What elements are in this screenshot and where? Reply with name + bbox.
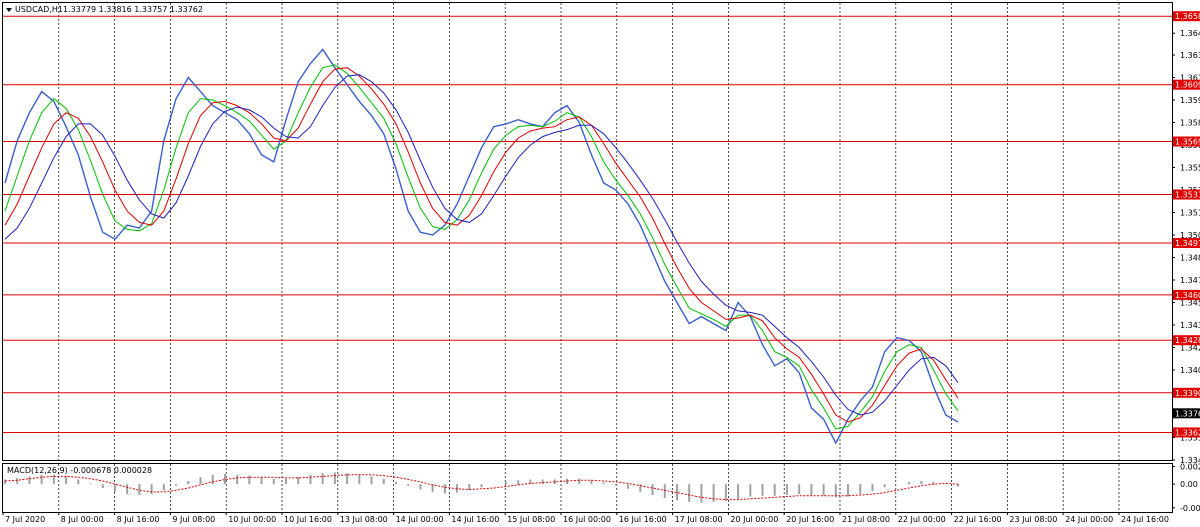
y-tick-label: 1.34710 xyxy=(1180,276,1200,285)
y-tick-label: 1.35190 xyxy=(1180,209,1200,218)
y-tick-label: 1.35830 xyxy=(1180,119,1200,128)
x-tick-label: 14 Jul 16:00 xyxy=(451,515,499,524)
symbol-label: USDCAD,H1 xyxy=(15,5,63,14)
x-tick-label: 8 Jul 00:00 xyxy=(61,515,104,524)
x-tick-label: 10 Jul 00:00 xyxy=(228,515,276,524)
y-tick-label: 1.34870 xyxy=(1180,254,1200,263)
level-price-tag-label: 1.36099 xyxy=(1175,81,1200,90)
level-price-tag-label: 1.35318 xyxy=(1175,191,1200,200)
level-price-tag-label: 1.33908 xyxy=(1175,389,1200,398)
x-tick-label: 20 Jul 00:00 xyxy=(730,515,778,524)
macd-y-tick-label: 0.00 xyxy=(1180,480,1198,489)
y-tick-label: 1.34070 xyxy=(1180,366,1200,375)
macd-y-tick-label: -0.00306 xyxy=(1180,504,1200,513)
x-tick-label: 9 Jul 08:00 xyxy=(172,515,215,524)
y-tick-label: 1.34390 xyxy=(1180,321,1200,330)
x-tick-label: 14 Jul 00:00 xyxy=(396,515,444,524)
macd-y-tick-label: 0.00226 xyxy=(1180,463,1200,472)
x-tick-label: 16 Jul 16:00 xyxy=(619,515,667,524)
x-tick-label: 22 Jul 16:00 xyxy=(954,515,1002,524)
x-tick-label: 21 Jul 08:00 xyxy=(842,515,890,524)
level-price-tag-label: 1.36586 xyxy=(1175,12,1200,21)
x-tick-label: 24 Jul 16:00 xyxy=(1121,515,1169,524)
level-price-tag-label: 1.35695 xyxy=(1175,138,1200,147)
x-tick-label: 20 Jul 16:00 xyxy=(786,515,834,524)
trading-chart[interactable]: 1.364651.363101.361501.359901.358301.356… xyxy=(0,0,1200,527)
x-tick-label: 16 Jul 00:00 xyxy=(563,515,611,524)
x-tick-label: 8 Jul 16:00 xyxy=(117,515,160,524)
x-tick-label: 15 Jul 08:00 xyxy=(507,515,555,524)
y-tick-label: 1.36310 xyxy=(1180,51,1200,60)
x-tick-label: 17 Jul 08:00 xyxy=(675,515,723,524)
x-tick-label: 23 Jul 08:00 xyxy=(1009,515,1057,524)
level-price-tag-label: 1.34604 xyxy=(1175,291,1200,300)
current-price-tag-label: 1.33762 xyxy=(1175,409,1200,418)
y-tick-label: 1.35510 xyxy=(1180,164,1200,173)
x-tick-label: 10 Jul 16:00 xyxy=(284,515,332,524)
x-tick-label: 7 Jul 2020 xyxy=(5,515,45,524)
x-tick-label: 22 Jul 00:00 xyxy=(898,515,946,524)
level-price-tag-label: 1.34973 xyxy=(1175,239,1200,248)
ohlc-readout: 1.33779 1.33816 1.33757 1.33762 xyxy=(63,5,203,14)
x-tick-label: 13 Jul 08:00 xyxy=(340,515,388,524)
chart-canvas[interactable]: 1.364651.363101.361501.359901.358301.356… xyxy=(0,0,1200,527)
level-price-tag-label: 1.33626 xyxy=(1175,428,1200,437)
y-tick-label: 1.35990 xyxy=(1180,96,1200,105)
level-price-tag-label: 1.34282 xyxy=(1175,336,1200,345)
y-tick-label: 1.36465 xyxy=(1180,29,1200,38)
x-tick-label: 24 Jul 00:00 xyxy=(1065,515,1113,524)
macd-label: MACD(12,26,9) -0.000678 0.000028 xyxy=(7,466,152,475)
